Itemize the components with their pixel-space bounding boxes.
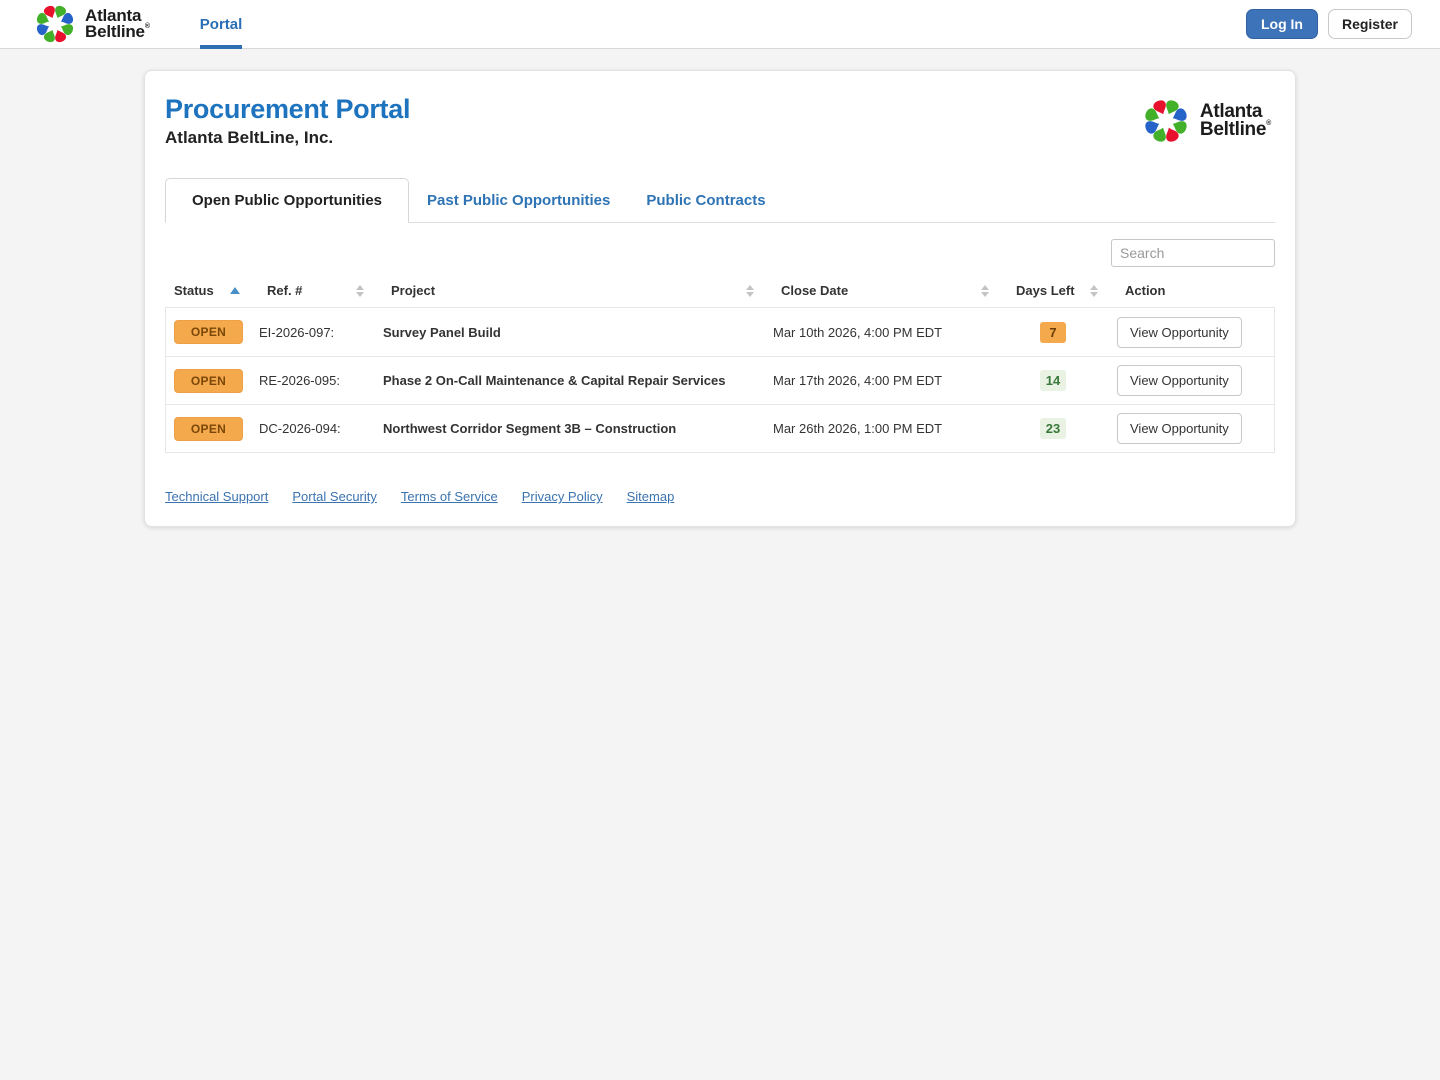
sort-icon	[356, 284, 364, 297]
footer-link-sitemap[interactable]: Sitemap	[627, 489, 675, 504]
column-header-action: Action	[1116, 274, 1275, 307]
days-left-badge: 14	[1040, 370, 1066, 391]
status-badge: OPEN	[174, 368, 243, 393]
close-date-cell: Mar 17th 2026, 4:00 PM EDT	[773, 373, 943, 388]
opportunities-table: OPEN EI-2026-097: Survey Panel Build Mar…	[165, 307, 1275, 453]
ref-cell: DC-2026-094:	[259, 421, 341, 436]
ref-cell: EI-2026-097:	[259, 324, 335, 340]
view-opportunity-button[interactable]: View Opportunity	[1117, 365, 1242, 396]
action-cell: View Opportunity	[1117, 413, 1274, 444]
sort-icon	[746, 284, 754, 297]
table-header: Status Ref. # Project Close Date Days Le…	[165, 274, 1275, 307]
table-row: OPEN RE-2026-095: Phase 2 On-Call Mainte…	[166, 356, 1274, 404]
register-button[interactable]: Register	[1327, 9, 1412, 39]
column-header-close-date[interactable]: Close Date	[772, 274, 1007, 307]
status-cell: OPEN	[166, 416, 259, 441]
sort-icon	[1090, 284, 1098, 297]
table-row: OPEN DC-2026-094: Northwest Corridor Seg…	[166, 404, 1274, 452]
card-header: Procurement Portal Atlanta BeltLine, Inc…	[165, 94, 1275, 148]
search-input[interactable]	[1111, 239, 1275, 267]
close-date-cell: Mar 10th 2026, 4:00 PM EDT	[773, 324, 943, 340]
action-cell: View Opportunity	[1117, 316, 1274, 348]
procurement-portal-card: Procurement Portal Atlanta BeltLine, Inc…	[144, 70, 1296, 527]
column-label: Close Date	[781, 283, 849, 298]
footer-link-portal-security[interactable]: Portal Security	[292, 489, 377, 504]
status-cell: OPEN	[166, 368, 259, 393]
column-label: Project	[391, 283, 436, 298]
card-logo-text: Atlanta Beltline®	[1199, 100, 1271, 140]
column-header-status[interactable]: Status	[165, 274, 258, 307]
search-row	[165, 239, 1275, 267]
column-header-project[interactable]: Project	[382, 274, 772, 307]
navbar-brand: Atlanta Beltline®	[34, 3, 150, 45]
project-cell: Survey Panel Build	[383, 324, 501, 340]
column-label: Action	[1125, 283, 1166, 298]
sort-icon	[981, 284, 989, 297]
column-header-ref[interactable]: Ref. #	[258, 274, 382, 307]
tab-bar: Open Public Opportunities Past Public Op…	[165, 178, 1275, 223]
beltline-logo-icon	[36, 5, 74, 43]
column-label: Ref. #	[267, 283, 303, 298]
footer-link-technical-support[interactable]: Technical Support	[165, 489, 268, 504]
footer-link-terms-of-service[interactable]: Terms of Service	[401, 489, 498, 504]
table-row: OPEN EI-2026-097: Survey Panel Build Mar…	[166, 308, 1274, 356]
project-cell: Phase 2 On-Call Maintenance & Capital Re…	[383, 373, 726, 388]
column-label: Days Left	[1016, 283, 1075, 298]
days-left-cell: 14	[1008, 370, 1117, 391]
card-header-titles: Procurement Portal Atlanta BeltLine, Inc…	[165, 94, 410, 148]
card-footer: Technical Support Portal Security Terms …	[165, 489, 1275, 504]
days-left-badge: 7	[1040, 321, 1066, 343]
nav-item-portal[interactable]: Portal	[199, 0, 242, 49]
project-cell: Northwest Corridor Segment 3B – Construc…	[383, 421, 677, 436]
view-opportunity-button[interactable]: View Opportunity	[1117, 316, 1242, 348]
footer-link-privacy-policy[interactable]: Privacy Policy	[522, 489, 603, 504]
days-left-cell: 7	[1008, 321, 1117, 343]
page-title: Procurement Portal	[165, 94, 411, 124]
tab-open-public-opportunities[interactable]: Open Public Opportunities	[165, 178, 410, 223]
beltline-logo-icon	[1145, 100, 1187, 142]
card-logo: Atlanta Beltline®	[1142, 97, 1271, 145]
sort-ascending-icon	[230, 287, 240, 294]
close-date-cell: Mar 26th 2026, 1:00 PM EDT	[773, 421, 943, 436]
navbar-brand-text: Atlanta Beltline®	[85, 5, 150, 41]
status-badge: OPEN	[174, 320, 243, 344]
view-opportunity-button[interactable]: View Opportunity	[1117, 413, 1242, 444]
days-left-badge: 23	[1040, 418, 1066, 439]
status-cell: OPEN	[166, 320, 259, 344]
column-header-days-left[interactable]: Days Left	[1007, 274, 1116, 307]
column-label: Status	[174, 283, 214, 298]
top-navbar: Atlanta Beltline® Portal Log In Register	[0, 0, 1440, 49]
tab-public-contracts[interactable]: Public Contracts	[628, 178, 783, 222]
tab-past-public-opportunities[interactable]: Past Public Opportunities	[409, 178, 628, 222]
login-button[interactable]: Log In	[1245, 9, 1318, 39]
page-subtitle: Atlanta BeltLine, Inc.	[165, 128, 334, 147]
ref-cell: RE-2026-095:	[259, 373, 340, 388]
status-badge: OPEN	[174, 416, 243, 441]
action-cell: View Opportunity	[1117, 365, 1274, 396]
days-left-cell: 23	[1008, 418, 1117, 439]
